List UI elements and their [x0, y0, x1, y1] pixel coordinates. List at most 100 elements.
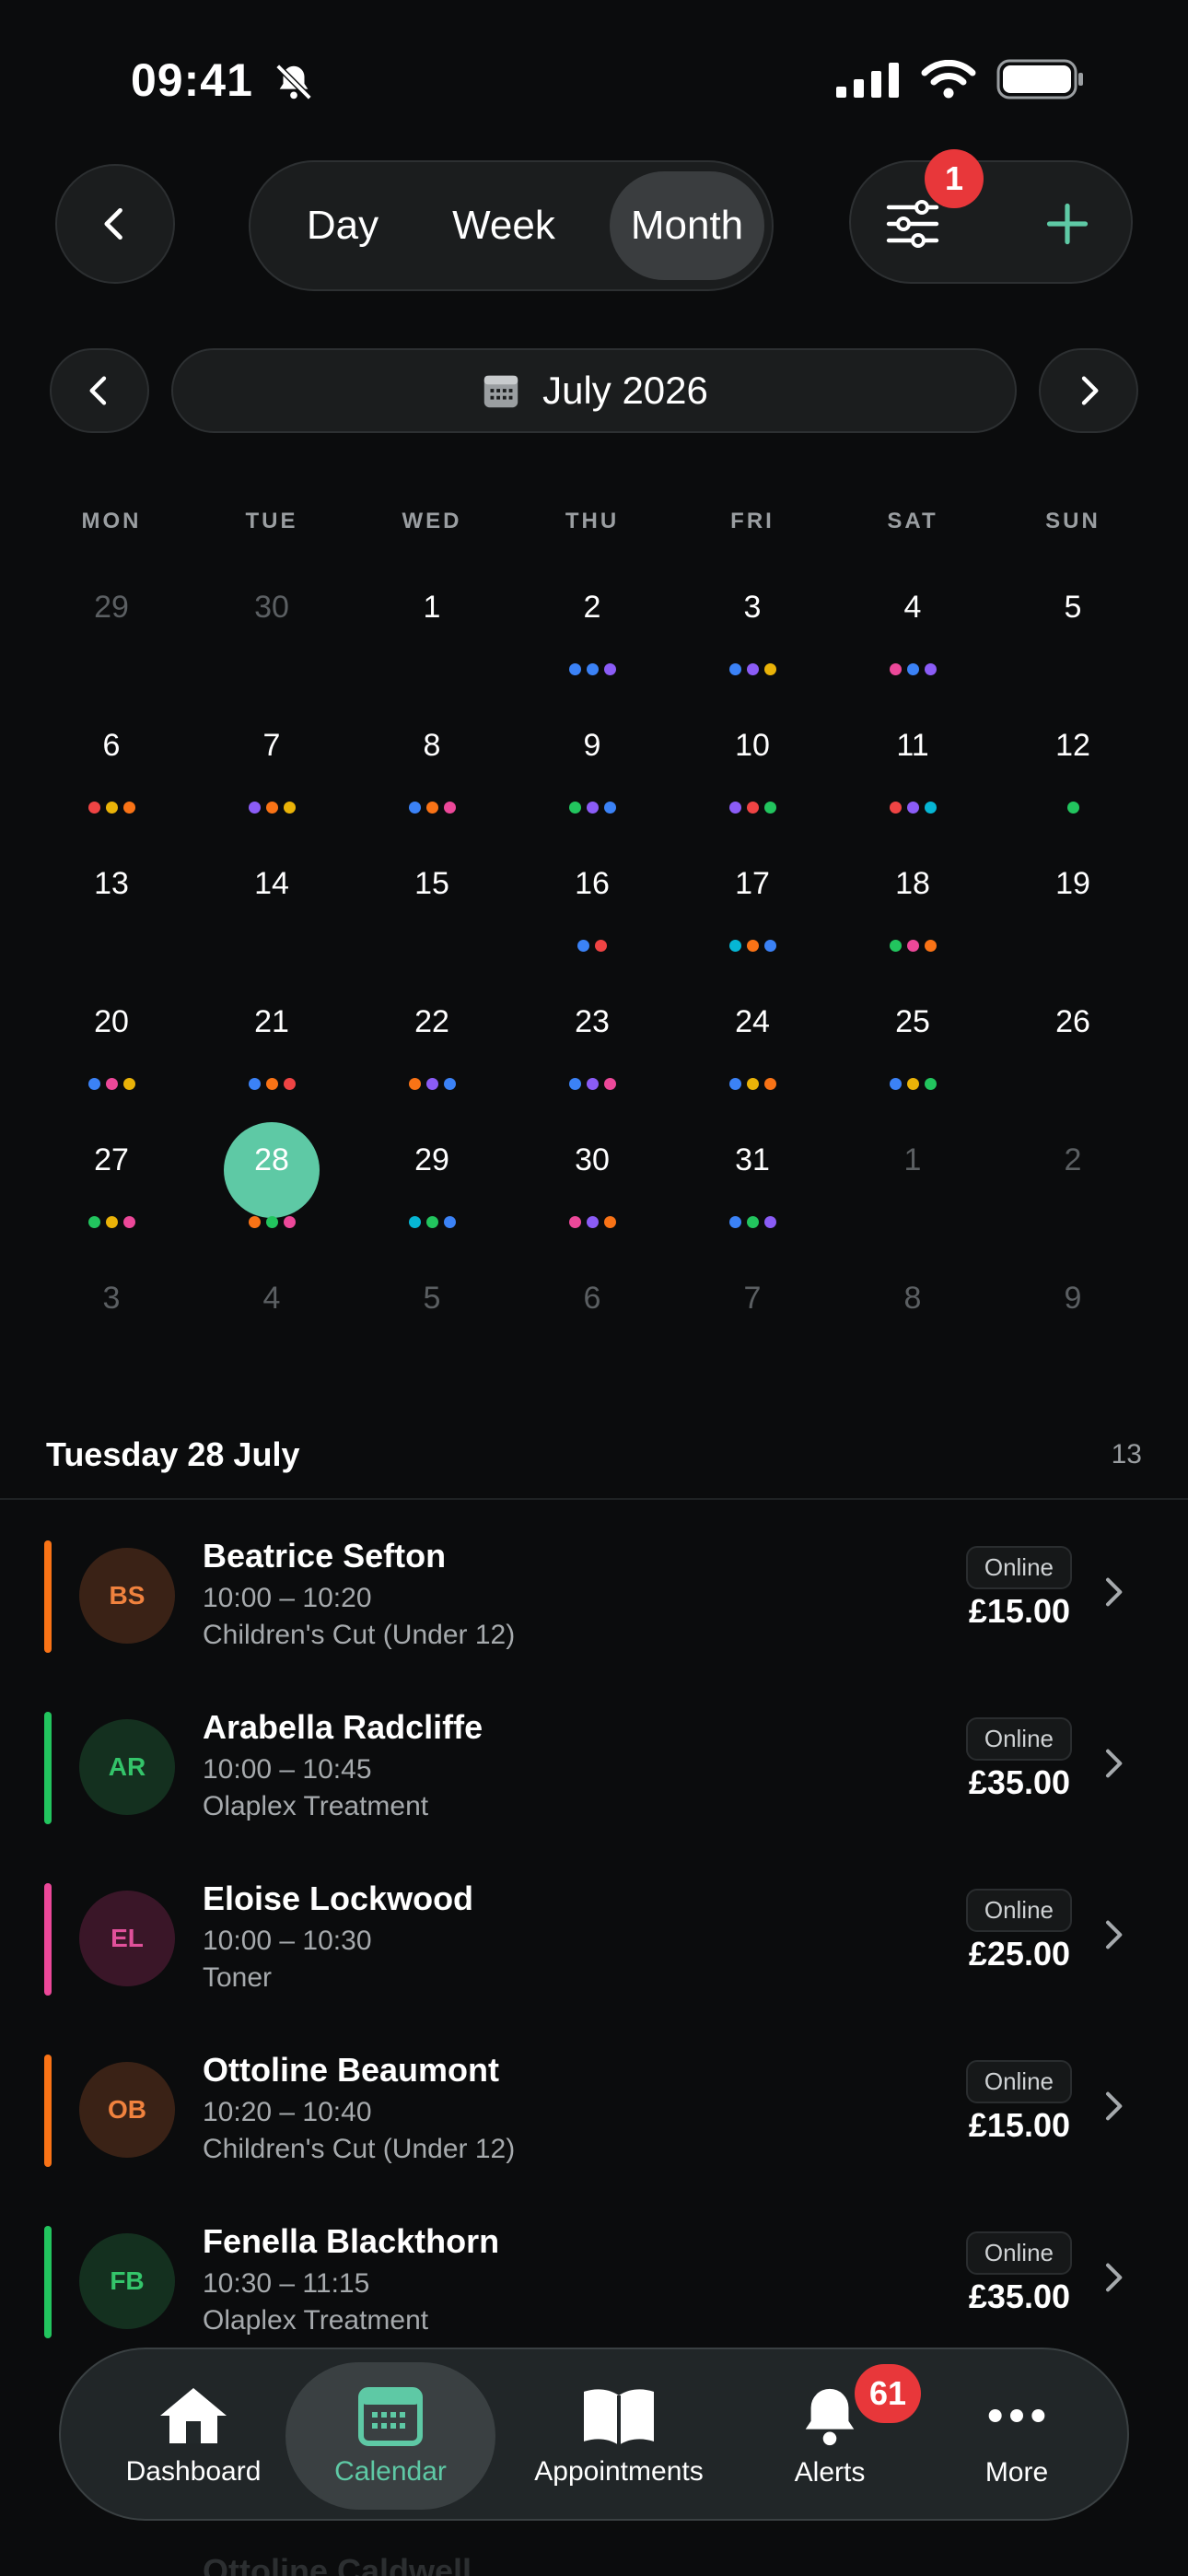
calendar-day[interactable]: 1 — [352, 590, 512, 626]
calendar-day[interactable]: 13 — [31, 866, 192, 902]
appointment-dot — [603, 802, 616, 814]
appointment-price: £15.00 — [968, 2106, 1070, 2144]
calendar-day[interactable]: 19 — [993, 866, 1153, 902]
appointment-dot — [728, 1216, 741, 1228]
calendar-day[interactable]: 3 — [31, 1281, 192, 1317]
appointment-time: 10:20 – 10:40 — [203, 2097, 372, 2127]
bell-muted-icon — [275, 64, 312, 100]
calendar-day[interactable]: 30 — [512, 1142, 672, 1178]
appointment-dots — [512, 802, 672, 814]
status-color-bar — [44, 1540, 52, 1653]
appointment-dot — [586, 663, 599, 675]
appointment-row[interactable]: EL Eloise Lockwood 10:00 – 10:30 Toner Onlin… — [0, 1861, 1188, 2032]
appointment-dot — [122, 802, 135, 814]
appointment-dots — [672, 940, 833, 952]
calendar-day[interactable]: 5 — [352, 1281, 512, 1317]
chevron-right-icon — [1081, 376, 1099, 405]
calendar-day[interactable]: 12 — [993, 728, 1153, 764]
appointment-price: £35.00 — [968, 1763, 1070, 1801]
calendar-day[interactable]: 18 — [833, 866, 993, 902]
calendar-day[interactable]: 30 — [192, 590, 352, 626]
back-button[interactable] — [55, 164, 175, 284]
calendar-day[interactable]: 7 — [192, 728, 352, 764]
calendar-day[interactable]: 26 — [993, 1004, 1153, 1040]
calendar-day[interactable]: 5 — [993, 590, 1153, 626]
appointment-dot — [746, 940, 759, 952]
calendar-day[interactable]: 8 — [352, 728, 512, 764]
month-picker[interactable]: July 2026 — [171, 348, 1017, 433]
calendar-day[interactable]: 29 — [352, 1142, 512, 1178]
appointment-dot — [763, 940, 776, 952]
appointment-dot — [746, 663, 759, 675]
calendar-day[interactable]: 24 — [672, 1004, 833, 1040]
calendar-day[interactable]: 27 — [31, 1142, 192, 1178]
appointment-dot — [889, 663, 902, 675]
calendar-day[interactable]: 9 — [993, 1281, 1153, 1317]
appointment-dot — [889, 940, 902, 952]
appointment-time: 10:00 – 10:20 — [203, 1583, 372, 1613]
calendar-day[interactable]: 31 — [672, 1142, 833, 1178]
calendar-day[interactable]: 7 — [672, 1281, 833, 1317]
calendar-day[interactable]: 25 — [833, 1004, 993, 1040]
add-button[interactable] — [1033, 190, 1101, 258]
appointment-dot — [443, 1216, 456, 1228]
calendar-day[interactable]: 21 — [192, 1004, 352, 1040]
book-icon — [584, 2389, 654, 2445]
view-segmented-control: Day Week Month — [249, 160, 774, 291]
status-color-bar — [44, 2226, 52, 2338]
appointment-row[interactable]: AR Arabella Radcliffe 10:00 – 10:45 Olaplex… — [0, 1690, 1188, 1861]
calendar-day[interactable]: 6 — [31, 728, 192, 764]
calendar-day[interactable]: 17 — [672, 866, 833, 902]
appointment-dot — [728, 1078, 741, 1090]
calendar-day[interactable]: 3 — [672, 590, 833, 626]
next-month-button[interactable] — [1039, 348, 1138, 433]
tab-more[interactable]: More — [943, 2349, 1090, 2523]
calendar-day[interactable]: 15 — [352, 866, 512, 902]
appointment-dot — [87, 1216, 100, 1228]
calendar-day[interactable]: 1 — [833, 1142, 993, 1178]
appointment-price: £15.00 — [968, 1592, 1070, 1630]
appointment-dots — [31, 802, 192, 814]
calendar-day[interactable]: 23 — [512, 1004, 672, 1040]
calendar-day[interactable]: 16 — [512, 866, 672, 902]
prev-month-button[interactable] — [50, 348, 149, 433]
service-name: Children's Cut (Under 12) — [203, 2134, 516, 2164]
appointment-dot — [283, 802, 296, 814]
appointment-time: 10:00 – 10:45 — [203, 1754, 372, 1785]
calendar-day[interactable]: 9 — [512, 728, 672, 764]
calendar-day[interactable]: 4 — [192, 1281, 352, 1317]
service-name: Olaplex Treatment — [203, 2305, 429, 2336]
segment-week[interactable]: Week — [425, 171, 582, 280]
weekday-header: FRI — [730, 509, 775, 533]
calendar-day[interactable]: 6 — [512, 1281, 672, 1317]
calendar-day[interactable]: 2 — [993, 1142, 1153, 1178]
appointment-row[interactable]: OB Ottoline Beaumont 10:20 – 10:40 Children… — [0, 2032, 1188, 2204]
calendar-day[interactable]: 14 — [192, 866, 352, 902]
segment-month[interactable]: Month — [610, 171, 764, 280]
appointment-dot — [728, 663, 741, 675]
calendar-day[interactable]: 8 — [833, 1281, 993, 1317]
appointment-dot — [568, 1078, 581, 1090]
calendar-day[interactable]: 29 — [31, 590, 192, 626]
tab-label: Appointments — [534, 2456, 704, 2487]
calendar-day-selected[interactable]: 28 — [192, 1142, 352, 1178]
calendar-day[interactable]: 10 — [672, 728, 833, 764]
calendar-day[interactable]: 4 — [833, 590, 993, 626]
tab-label: More — [984, 2457, 1049, 2488]
client-name: Ottoline Beaumont — [203, 2051, 499, 2089]
tab-dashboard[interactable]: Dashboard — [101, 2349, 285, 2523]
status-color-bar — [44, 1883, 52, 1996]
calendar-day[interactable]: 11 — [833, 728, 993, 764]
segment-day[interactable]: Day — [269, 171, 416, 280]
calendar-day[interactable]: 20 — [31, 1004, 192, 1040]
selected-date-title: Tuesday 28 July — [46, 1435, 300, 1473]
tab-appointments[interactable]: Appointments — [508, 2349, 729, 2523]
status-color-bar — [44, 1712, 52, 1824]
appointment-count: 13 — [1111, 1439, 1142, 1469]
appointment-row[interactable]: BS Beatrice Sefton 10:00 – 10:20 Children's… — [0, 1518, 1188, 1690]
appointment-dot — [248, 802, 261, 814]
calendar-day[interactable]: 2 — [512, 590, 672, 626]
more-icon — [988, 2409, 1045, 2422]
calendar-day[interactable]: 22 — [352, 1004, 512, 1040]
tab-calendar[interactable]: Calendar — [291, 2349, 490, 2523]
